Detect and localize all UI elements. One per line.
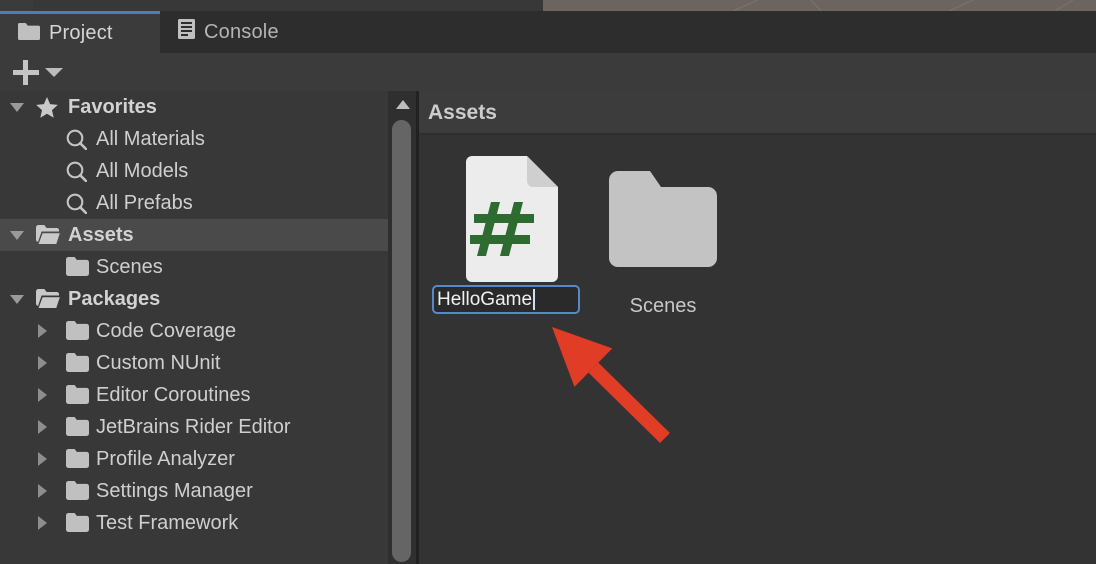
csharp-script-icon — [431, 153, 589, 285]
chevron-down-icon[interactable] — [10, 295, 24, 304]
project-toolbar — [0, 53, 1096, 91]
tab-console[interactable]: Console — [160, 11, 350, 53]
tree-item-label: Packages — [68, 288, 160, 311]
tree-item-label: Editor Coroutines — [96, 384, 251, 407]
folder-open-icon — [36, 289, 60, 314]
chevron-right-icon[interactable] — [38, 356, 47, 370]
text-cursor — [533, 289, 535, 310]
tree-item-label: Code Coverage — [96, 320, 236, 343]
strip-dark-tab — [0, 0, 33, 11]
chevron-right-icon[interactable] — [38, 388, 47, 402]
folder-icon — [66, 513, 89, 538]
folder-open-icon — [36, 225, 60, 250]
asset-item-folder-label: Scenes — [584, 295, 742, 318]
create-asset-button[interactable] — [11, 59, 41, 85]
tab-project-label: Project — [49, 22, 113, 45]
tree-item-label: Settings Manager — [96, 480, 253, 503]
tree-item-label: Scenes — [96, 256, 163, 279]
folder-icon — [66, 321, 89, 346]
folder-icon — [584, 153, 742, 285]
tree-item-label: Test Framework — [96, 512, 238, 535]
tree-item-scenes[interactable]: Scenes — [0, 251, 388, 283]
tree-item-all-models[interactable]: All Models — [0, 155, 388, 187]
tree-item-label: Profile Analyzer — [96, 448, 235, 471]
tree-item-custom-nunit[interactable]: Custom NUnit — [0, 347, 388, 379]
tree-item-label: JetBrains Rider Editor — [96, 416, 291, 439]
tree-item-jetbrains-rider-editor[interactable]: JetBrains Rider Editor — [0, 411, 388, 443]
rename-input[interactable]: HelloGame — [432, 285, 580, 314]
tree-item-editor-coroutines[interactable]: Editor Coroutines — [0, 379, 388, 411]
breadcrumb-label: Assets — [428, 101, 497, 125]
project-tree-panel[interactable]: Favorites All Materials All Models All Pref… — [0, 91, 388, 564]
chevron-right-icon[interactable] — [38, 420, 47, 434]
folder-icon — [66, 385, 89, 410]
asset-item-folder[interactable]: Scenes — [584, 153, 742, 318]
tab-console-label: Console — [204, 21, 279, 44]
tree-item-test-framework[interactable]: Test Framework — [0, 507, 388, 539]
tree-item-all-prefabs[interactable]: All Prefabs — [0, 187, 388, 219]
caret-down-icon[interactable] — [45, 68, 63, 77]
unity-project-window: Project Console FavoritesAll MaterialsA — [0, 0, 1096, 564]
chevron-down-icon[interactable] — [10, 103, 24, 112]
window-tab-bar: Project Console — [0, 11, 1096, 53]
tree-item-favorites[interactable]: Favorites — [0, 91, 388, 123]
list-document-icon — [178, 19, 195, 45]
folder-icon — [66, 353, 89, 378]
adjacent-windows-strip — [0, 0, 1096, 11]
chevron-right-icon[interactable] — [38, 484, 47, 498]
tree-item-all-materials[interactable]: All Materials — [0, 123, 388, 155]
tree-item-label: All Materials — [96, 128, 205, 151]
tree-item-profile-analyzer[interactable]: Profile Analyzer — [0, 443, 388, 475]
tree-item-packages[interactable]: Packages — [0, 283, 388, 315]
chevron-right-icon[interactable] — [38, 324, 47, 338]
asset-content-pane: Assets — [419, 91, 1096, 564]
tree-item-label: Favorites — [68, 96, 157, 119]
chevron-right-icon[interactable] — [38, 516, 47, 530]
search-icon — [66, 129, 87, 156]
folder-icon — [18, 22, 40, 46]
rename-input-value: HelloGame — [437, 290, 532, 309]
folder-icon — [66, 417, 89, 442]
chevron-down-icon[interactable] — [10, 231, 24, 240]
scene-view-bottom-edge — [543, 0, 1096, 11]
tree-vertical-scrollbar[interactable] — [388, 91, 416, 564]
breadcrumb: Assets — [419, 91, 1096, 135]
strip-dark-panel — [33, 0, 543, 11]
tree-item-assets[interactable]: Assets — [0, 219, 388, 251]
asset-grid: HelloGame Scenes — [419, 135, 1096, 564]
tab-project[interactable]: Project — [0, 11, 160, 53]
tree-item-label: All Models — [96, 160, 188, 183]
tree-item-code-coverage[interactable]: Code Coverage — [0, 315, 388, 347]
tree-item-label: All Prefabs — [96, 192, 193, 215]
scrollbar-thumb[interactable] — [392, 120, 411, 562]
tree-item-settings-manager[interactable]: Settings Manager — [0, 475, 388, 507]
tree-item-label: Custom NUnit — [96, 352, 220, 375]
folder-icon — [66, 481, 89, 506]
tree-item-label: Assets — [68, 224, 134, 247]
star-icon — [36, 97, 58, 124]
search-icon — [66, 161, 87, 188]
folder-icon — [66, 449, 89, 474]
caret-up-icon[interactable] — [396, 100, 410, 109]
search-icon — [66, 193, 87, 220]
folder-icon — [66, 257, 89, 282]
chevron-right-icon[interactable] — [38, 452, 47, 466]
